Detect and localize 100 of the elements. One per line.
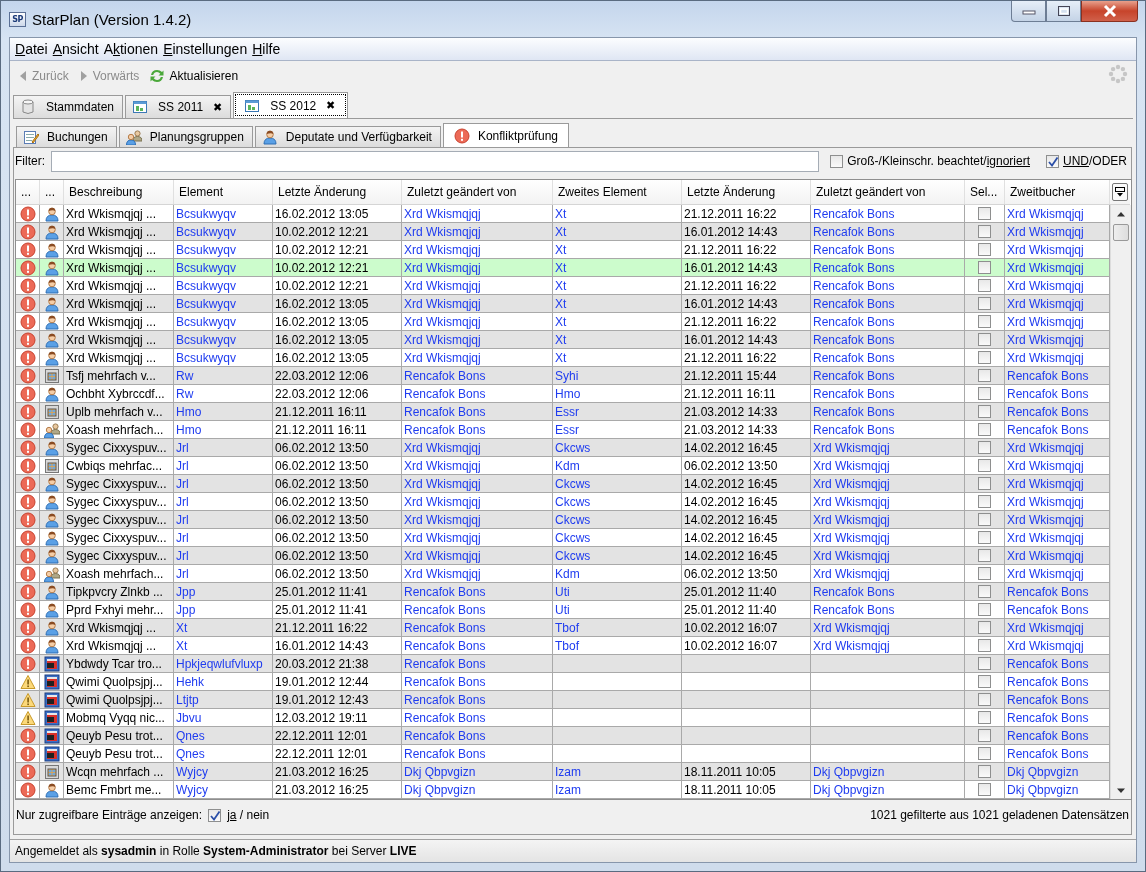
table-cell[interactable]: Dkj Qbpvgizn <box>811 781 965 799</box>
checkbox[interactable] <box>978 747 991 760</box>
scrollbar-thumb[interactable] <box>1113 224 1129 241</box>
table-row[interactable]: Qwimi Quolpsjpj... Hehk 19.01.2012 12:44 Rencafok Bons Rencafok Bons <box>16 673 1110 691</box>
checkbox[interactable] <box>978 351 991 364</box>
table-row[interactable]: Xrd Wkismqjqj ... Bcsukwyqv 10.02.2012 12:21 Xrd Wkismqjqj Xt 21.12.2011 16:22 Rencafok Bons Xrd Wkismqjqj <box>16 241 1110 259</box>
table-row[interactable]: Xrd Wkismqjqj ... Bcsukwyqv 10.02.2012 12:21 Xrd Wkismqjqj Xt 16.01.2012 14:43 Rencafok Bons Xrd Wkismqjqj <box>16 259 1110 277</box>
table-cell[interactable]: Wyjcy <box>174 781 273 799</box>
checkbox[interactable] <box>978 621 991 634</box>
scroll-down-icon[interactable] <box>1116 787 1126 794</box>
table-row[interactable]: Xoash mehrfach... Jrl 06.02.2012 13:50 Xrd Wkismqjqj Kdm 06.02.2012 13:50 Xrd Wkismqjqj Xrd Wkismqjqj <box>16 565 1110 583</box>
minimize-button[interactable] <box>1011 1 1046 22</box>
checkbox[interactable] <box>978 765 991 778</box>
checkbox[interactable] <box>978 279 991 292</box>
table-row[interactable]: Tsfj mehrfach v... Rw 22.03.2012 12:06 Rencafok Bons Syhi 21.12.2011 15:44 Rencafok Bons Rencafok Bons <box>16 367 1110 385</box>
checkbox[interactable] <box>978 549 991 562</box>
checkbox[interactable] <box>978 639 991 652</box>
checkbox[interactable] <box>978 243 991 256</box>
checkbox[interactable] <box>978 495 991 508</box>
checkbox[interactable] <box>978 513 991 526</box>
tab[interactable]: Planungsgruppen <box>118 126 253 147</box>
checkbox[interactable] <box>978 783 991 796</box>
close-tab-icon[interactable]: ✖ <box>213 100 223 114</box>
menu-item[interactable]: Datei <box>14 41 52 57</box>
menu-item[interactable]: Ansicht <box>51 41 103 57</box>
table-row[interactable]: Cwbiqs mehrfac... Jrl 06.02.2012 13:50 Xrd Wkismqjqj Kdm 06.02.2012 13:50 Xrd Wkismqjqj Xrd Wkismqjqj <box>16 457 1110 475</box>
checkbox[interactable] <box>978 729 991 742</box>
tab[interactable]: Buchungen <box>16 126 117 147</box>
column-header[interactable]: Zweites Element <box>553 180 682 204</box>
checkbox[interactable] <box>978 261 991 274</box>
document-tab[interactable]: Stammdaten <box>13 95 124 118</box>
filter-field[interactable] <box>51 150 820 172</box>
checkbox[interactable] <box>978 657 991 670</box>
table-row[interactable]: Sygec Cixxyspuv... Jrl 06.02.2012 13:50 Xrd Wkismqjqj Ckcws 14.02.2012 16:45 Xrd Wkismqjqj Xrd Wkismqjqj <box>16 475 1110 493</box>
column-header[interactable]: Letzte Änderung <box>273 180 402 204</box>
table-row[interactable]: Xrd Wkismqjqj ... Bcsukwyqv 10.02.2012 12:21 Xrd Wkismqjqj Xt 21.12.2011 16:22 Rencafok Bons Xrd Wkismqjqj <box>16 277 1110 295</box>
checkbox[interactable] <box>978 693 991 706</box>
table-row[interactable]: Tipkpvcry Zlnkb ... Jpp 25.01.2012 11:41 Rencafok Bons Uti 25.01.2012 11:40 Rencafok Bons Rencafok Bons <box>16 583 1110 601</box>
checkbox[interactable] <box>978 477 991 490</box>
table-row[interactable]: Xrd Wkismqjqj ... Xt 21.12.2011 16:22 Rencafok Bons Tbof 10.02.2012 16:07 Xrd Wkismqjqj Xrd Wkismqjqj <box>16 619 1110 637</box>
table-row[interactable]: Sygec Cixxyspuv... Jrl 06.02.2012 13:50 Xrd Wkismqjqj Ckcws 14.02.2012 16:45 Xrd Wkismqjqj Xrd Wkismqjqj <box>16 547 1110 565</box>
table-cell[interactable]: Izam <box>553 781 682 799</box>
table-row[interactable]: Sygec Cixxyspuv... Jrl 06.02.2012 13:50 Xrd Wkismqjqj Ckcws 14.02.2012 16:45 Xrd Wkismqjqj Xrd Wkismqjqj <box>16 493 1110 511</box>
document-tab[interactable]: SS 2011 ✖ <box>125 95 232 118</box>
table-row[interactable]: Xrd Wkismqjqj ... Bcsukwyqv 16.02.2012 13:05 Xrd Wkismqjqj Xt 21.12.2011 16:22 Rencafok Bons Xrd Wkismqjqj <box>16 349 1110 367</box>
column-header[interactable]: ... <box>16 180 40 204</box>
checkbox[interactable] <box>978 297 991 310</box>
toolbar-button[interactable]: Aktualisieren <box>147 65 241 86</box>
table-row[interactable]: Qeuyb Pesu trot... Qnes 22.12.2011 12:01 Rencafok Bons Rencafok Bons <box>16 745 1110 763</box>
table-row[interactable]: Xrd Wkismqjqj ... Xt 16.01.2012 14:43 Rencafok Bons Tbof 10.02.2012 16:07 Xrd Wkismqjqj Xrd Wkismqjqj <box>16 637 1110 655</box>
checkbox[interactable] <box>978 423 991 436</box>
checkbox[interactable] <box>978 315 991 328</box>
table-row[interactable]: Uplb mehrfach v... Hmo 21.12.2011 16:11 Rencafok Bons Essr 21.03.2012 14:33 Rencafok Bons Rencafok Bons <box>16 403 1110 421</box>
table-row[interactable]: Ochbht Xybrccdf... Rw 22.03.2012 12:06 Rencafok Bons Hmo 21.12.2011 16:11 Rencafok Bons Rencafok Bons <box>16 385 1110 403</box>
checkbox[interactable] <box>978 387 991 400</box>
scrollbar[interactable] <box>1110 205 1131 799</box>
checkbox[interactable] <box>978 207 991 220</box>
table-row[interactable]: Xrd Wkismqjqj ... Bcsukwyqv 16.02.2012 13:05 Xrd Wkismqjqj Xt 21.12.2011 16:22 Rencafok Bons Xrd Wkismqjqj <box>16 205 1110 223</box>
column-header[interactable]: Sel... <box>965 180 1005 204</box>
menu-item[interactable]: Hilfe <box>251 41 285 57</box>
checkbox[interactable] <box>1046 154 1059 168</box>
table-row[interactable]: Sygec Cixxyspuv... Jrl 06.02.2012 13:50 Xrd Wkismqjqj Ckcws 14.02.2012 16:45 Xrd Wkismqjqj Xrd Wkismqjqj <box>16 439 1110 457</box>
column-header[interactable]: Beschreibung <box>64 180 174 204</box>
table-row[interactable]: Xrd Wkismqjqj ... Bcsukwyqv 16.02.2012 13:05 Xrd Wkismqjqj Xt 21.12.2011 16:22 Rencafok Bons Xrd Wkismqjqj <box>16 313 1110 331</box>
column-header[interactable]: Element <box>174 180 273 204</box>
table-row[interactable]: Sygec Cixxyspuv... Jrl 06.02.2012 13:50 Xrd Wkismqjqj Ckcws 14.02.2012 16:45 Xrd Wkismqjqj Xrd Wkismqjqj <box>16 511 1110 529</box>
column-header[interactable]: Zuletzt geändert von <box>811 180 965 204</box>
tab[interactable]: Konfliktprüfung <box>442 123 569 147</box>
table-row[interactable]: Xrd Wkismqjqj ... Bcsukwyqv 16.02.2012 13:05 Xrd Wkismqjqj Xt 16.01.2012 14:43 Rencafok Bons Xrd Wkismqjqj <box>16 295 1110 313</box>
checkbox[interactable] <box>978 675 991 688</box>
checkbox[interactable] <box>978 603 991 616</box>
column-header[interactable]: Letzte Änderung <box>682 180 811 204</box>
table-row[interactable]: Xrd Wkismqjqj ... Bcsukwyqv 10.02.2012 12:21 Xrd Wkismqjqj Xt 16.01.2012 14:43 Rencafok Bons Xrd Wkismqjqj <box>16 223 1110 241</box>
document-tab[interactable]: SS 2012 ✖ <box>233 92 349 118</box>
checkbox[interactable] <box>978 459 991 472</box>
table-row[interactable]: Wcqn mehrfach ... Wyjcy 21.03.2012 16:25 Dkj Qbpvgizn Izam 18.11.2011 10:05 Dkj Qbpvgizn Dkj Qbpvgizn <box>16 763 1110 781</box>
tab[interactable]: Deputate und Verfügbarkeit <box>254 126 441 147</box>
close-button[interactable] <box>1081 1 1138 22</box>
close-tab-icon[interactable]: ✖ <box>326 99 336 112</box>
checkbox[interactable] <box>978 225 991 238</box>
yes-no-label[interactable]: ja / nein <box>227 808 270 822</box>
column-header[interactable]: Zuletzt geändert von <box>402 180 553 204</box>
checkbox[interactable] <box>978 405 991 418</box>
checkbox[interactable] <box>830 154 844 168</box>
table-row[interactable]: Qeuyb Pesu trot... Qnes 22.12.2011 12:01 Rencafok Bons Rencafok Bons <box>16 727 1110 745</box>
table-cell[interactable]: Dkj Qbpvgizn <box>402 781 553 799</box>
maximize-button[interactable] <box>1046 1 1081 22</box>
table-row[interactable]: Ybdwdy Tcar tro... Hpkjeqwlufvluxp 20.03.2012 21:38 Rencafok Bons Rencafok Bons <box>16 655 1110 673</box>
table-row[interactable]: Bemc Fmbrt me... Wyjcy 21.03.2012 16:25 Dkj Qbpvgizn Izam 18.11.2011 10:05 Dkj Qbpvgizn Dkj Qbpvgizn <box>16 781 1110 799</box>
checkbox[interactable] <box>978 369 991 382</box>
checkbox[interactable] <box>978 333 991 346</box>
checkbox[interactable] <box>978 441 991 454</box>
logic-label[interactable]: UND/ODER <box>1063 154 1127 168</box>
checkbox[interactable] <box>208 808 222 822</box>
checkbox[interactable] <box>978 585 991 598</box>
table-row[interactable]: Pprd Fxhyi mehr... Jpp 25.01.2012 11:41 Rencafok Bons Uti 25.01.2012 11:40 Rencafok Bons Rencafok Bons <box>16 601 1110 619</box>
table-row[interactable]: Sygec Cixxyspuv... Jrl 06.02.2012 13:50 Xrd Wkismqjqj Ckcws 14.02.2012 16:45 Xrd Wkismqjqj Xrd Wkismqjqj <box>16 529 1110 547</box>
column-header[interactable]: ... <box>40 180 64 204</box>
table-row[interactable]: Xrd Wkismqjqj ... Bcsukwyqv 16.02.2012 13:05 Xrd Wkismqjqj Xt 16.01.2012 14:43 Rencafok Bons Xrd Wkismqjqj <box>16 331 1110 349</box>
table-row[interactable]: Xoash mehrfach... Hmo 21.12.2011 16:11 Rencafok Bons Essr 21.03.2012 14:33 Rencafok Bons Rencafok Bons <box>16 421 1110 439</box>
